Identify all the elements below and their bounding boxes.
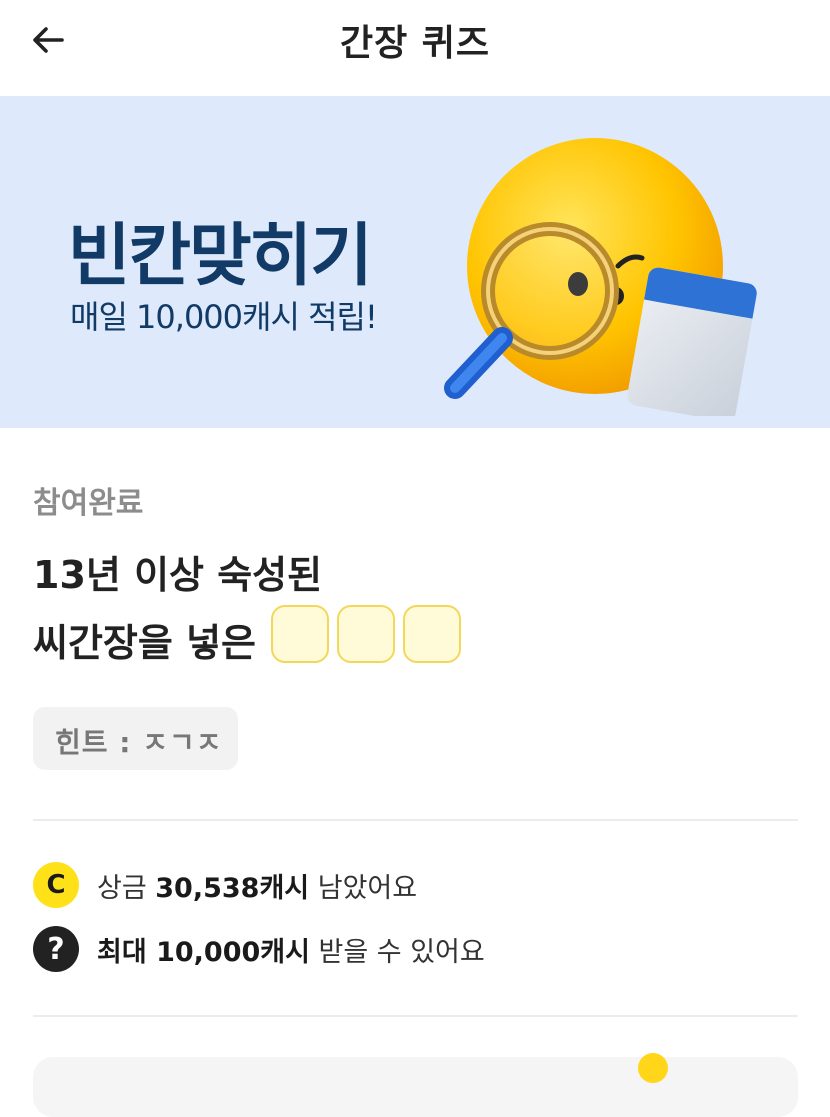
answer-blanks bbox=[271, 605, 461, 663]
hint-text: 힌트 : ㅈㄱㅈ bbox=[55, 726, 223, 759]
banner-headline: 빈칸맞히기 bbox=[68, 217, 373, 296]
prize-amount: 30,538캐시 bbox=[155, 872, 310, 904]
divider bbox=[33, 1015, 798, 1017]
answer-blank-2[interactable] bbox=[337, 605, 395, 663]
page-title: 간장 퀴즈 bbox=[339, 23, 490, 64]
question-line-1: 13년 이상 숙성된 bbox=[33, 553, 323, 597]
top-app-bar: 간장 퀴즈 bbox=[0, 0, 830, 96]
quiz-banner: 빈칸맞히기 매일 10,000캐시 적립! bbox=[0, 96, 830, 428]
question-mark-icon: ? bbox=[33, 926, 79, 972]
bottom-card[interactable] bbox=[33, 1053, 798, 1117]
participation-status: 참여완료 bbox=[33, 486, 144, 521]
answer-blank-3[interactable] bbox=[403, 605, 461, 663]
coin-icon: C bbox=[33, 862, 79, 908]
prize-remaining-text: 상금 30,538캐시 남았어요 bbox=[97, 866, 417, 905]
hint-chip: 힌트 : ㅈㄱㅈ bbox=[33, 707, 238, 770]
max-reward-row: ? 최대 10,000캐시 받을 수 있어요 bbox=[33, 925, 485, 973]
banner-subtitle: 매일 10,000캐시 적립! bbox=[70, 298, 378, 336]
prize-suffix: 남았어요 bbox=[309, 872, 418, 904]
divider bbox=[33, 819, 798, 821]
prize-remaining-row: C 상금 30,538캐시 남았어요 bbox=[33, 861, 417, 909]
emoji-magnifier-illustration bbox=[444, 138, 757, 416]
max-amount: 최대 10,000캐시 bbox=[97, 936, 310, 968]
question-line-2: 씨간장을 넣은 bbox=[33, 621, 256, 665]
max-suffix: 받을 수 있어요 bbox=[309, 936, 485, 968]
coin-icon bbox=[638, 1053, 668, 1083]
answer-blank-1[interactable] bbox=[271, 605, 329, 663]
max-reward-text: 최대 10,000캐시 받을 수 있어요 bbox=[97, 930, 485, 969]
prize-prefix: 상금 bbox=[97, 872, 156, 904]
